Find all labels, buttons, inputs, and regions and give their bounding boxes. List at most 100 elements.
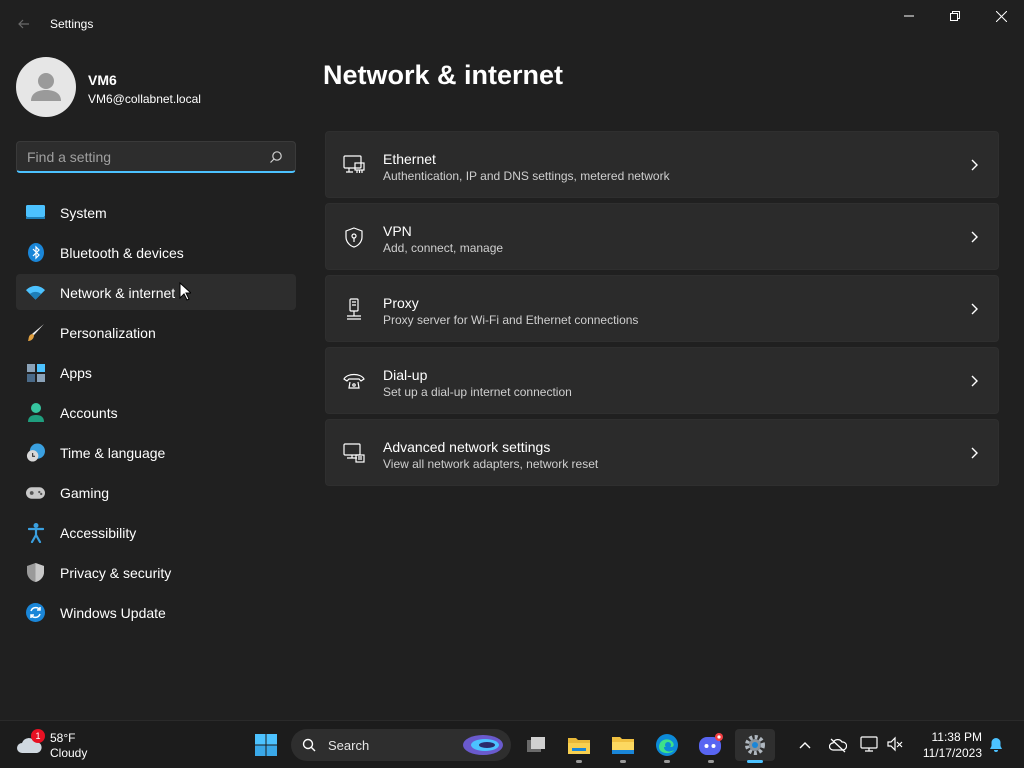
close-button[interactable] <box>978 0 1024 32</box>
chevron-up-icon[interactable] <box>797 737 813 753</box>
sidebar-item-windows-update[interactable]: Windows Update <box>16 594 296 630</box>
sidebar-item-accounts[interactable]: Accounts <box>16 394 296 430</box>
globe-clock-icon <box>26 443 45 462</box>
windows-logo-icon <box>255 734 277 756</box>
discord-button[interactable] <box>691 729 731 763</box>
card-title: Ethernet <box>383 151 436 167</box>
accessibility-icon <box>26 522 45 543</box>
clock-date[interactable]: 11/17/2023 <box>918 746 982 760</box>
onedrive-offline-icon[interactable] <box>829 737 847 753</box>
taskbar: 1 58°F Cloudy Search 11:38 PM 11/17/2023 <box>0 720 1024 768</box>
sidebar-item-time-language[interactable]: Time & language <box>16 434 296 470</box>
vpn-shield-icon <box>343 226 365 248</box>
mouse-cursor-icon <box>179 282 191 301</box>
user-email: VM6@collabnet.local <box>88 92 201 106</box>
sidebar-item-privacy[interactable]: Privacy & security <box>16 554 296 590</box>
sidebar-item-apps[interactable]: Apps <box>16 354 296 390</box>
apps-icon <box>26 363 45 382</box>
weather-condition: Cloudy <box>50 746 88 760</box>
sidebar-nav: System Bluetooth & devices Network & int… <box>16 194 296 634</box>
edge-button[interactable] <box>647 729 687 763</box>
weather-widget[interactable]: 1 58°F Cloudy <box>16 729 116 761</box>
taskbar-search[interactable]: Search <box>291 729 511 761</box>
chevron-right-icon <box>971 231 978 243</box>
back-arrow-icon <box>18 19 29 29</box>
sidebar-item-label: Bluetooth & devices <box>60 245 184 261</box>
title-bar: Settings <box>0 0 1024 48</box>
sidebar-item-label: Gaming <box>60 485 110 501</box>
card-title: Advanced network settings <box>383 439 551 455</box>
search-icon <box>302 738 316 752</box>
weather-temperature: 58°F <box>50 731 76 745</box>
card-vpn[interactable]: VPN Add, connect, manage <box>325 203 999 270</box>
user-name: VM6 <box>88 72 117 88</box>
app-title: Settings <box>50 17 94 31</box>
card-description: View all network adapters, network reset <box>383 457 599 471</box>
chevron-right-icon <box>971 447 978 459</box>
sidebar-item-gaming[interactable]: Gaming <box>16 474 296 510</box>
edge-icon <box>656 734 678 756</box>
weather-badge: 1 <box>31 729 45 743</box>
task-view-button[interactable] <box>516 729 556 761</box>
person-icon <box>26 403 45 422</box>
monitor-icon <box>26 203 45 222</box>
find-setting-search[interactable] <box>16 141 296 173</box>
card-dialup[interactable]: Dial-up Set up a dial-up internet connec… <box>325 347 999 414</box>
sidebar-item-label: Accessibility <box>60 525 137 541</box>
proxy-icon <box>343 298 365 320</box>
gear-icon <box>745 735 765 755</box>
sidebar-item-label: Apps <box>60 365 92 381</box>
sidebar-item-accessibility[interactable]: Accessibility <box>16 514 296 550</box>
card-advanced-network[interactable]: Advanced network settings View all netwo… <box>325 419 999 486</box>
search-input[interactable] <box>27 149 257 165</box>
card-proxy[interactable]: Proxy Proxy server for Wi-Fi and Etherne… <box>325 275 999 342</box>
user-profile[interactable]: VM6 VM6@collabnet.local <box>16 57 296 117</box>
folder-icon <box>568 738 590 754</box>
card-title: Proxy <box>383 295 419 311</box>
settings-app-button[interactable] <box>735 729 775 763</box>
chevron-right-icon <box>971 303 978 315</box>
chevron-right-icon <box>971 159 978 171</box>
running-indicator <box>576 760 582 763</box>
chevron-right-icon <box>971 375 978 387</box>
start-button[interactable] <box>246 729 286 761</box>
sidebar-item-personalization[interactable]: Personalization <box>16 314 296 350</box>
settings-cards: Ethernet Authentication, IP and DNS sett… <box>325 131 999 491</box>
brush-icon <box>26 323 45 342</box>
avatar <box>16 57 76 117</box>
files-folder-icon <box>612 737 634 754</box>
sidebar-item-label: Network & internet <box>60 285 176 301</box>
maximize-button[interactable] <box>932 0 978 32</box>
default-user-icon <box>31 73 61 101</box>
bluetooth-icon <box>26 243 45 262</box>
gamepad-icon <box>26 483 45 502</box>
search-highlight-icon <box>463 735 503 755</box>
search-icon[interactable] <box>269 150 283 164</box>
shield-icon <box>26 563 45 582</box>
back-button[interactable] <box>12 12 36 36</box>
sidebar-item-label: System <box>60 205 107 221</box>
sidebar-item-system[interactable]: System <box>16 194 296 230</box>
notification-bell-icon[interactable] <box>988 737 1004 753</box>
minimize-button[interactable] <box>886 0 932 32</box>
taskbar-search-label: Search <box>328 738 370 753</box>
discord-icon <box>699 733 723 755</box>
sidebar-item-bluetooth[interactable]: Bluetooth & devices <box>16 234 296 270</box>
advanced-network-icon <box>343 442 365 464</box>
ethernet-icon <box>343 154 365 176</box>
task-view-icon <box>527 737 545 752</box>
sidebar-item-network[interactable]: Network & internet <box>16 274 296 310</box>
file-explorer-button[interactable] <box>559 729 599 763</box>
running-indicator <box>708 760 714 763</box>
update-icon <box>26 603 45 622</box>
clock-time[interactable]: 11:38 PM <box>918 730 982 744</box>
files-app-button[interactable] <box>603 729 643 763</box>
dialup-icon <box>343 370 365 392</box>
card-description: Add, connect, manage <box>383 241 504 255</box>
card-description: Set up a dial-up internet connection <box>383 385 572 399</box>
card-ethernet[interactable]: Ethernet Authentication, IP and DNS sett… <box>325 131 999 198</box>
restore-icon <box>950 11 960 21</box>
card-title: VPN <box>383 223 412 239</box>
network-icon[interactable] <box>860 735 878 753</box>
volume-muted-icon[interactable] <box>886 735 904 753</box>
